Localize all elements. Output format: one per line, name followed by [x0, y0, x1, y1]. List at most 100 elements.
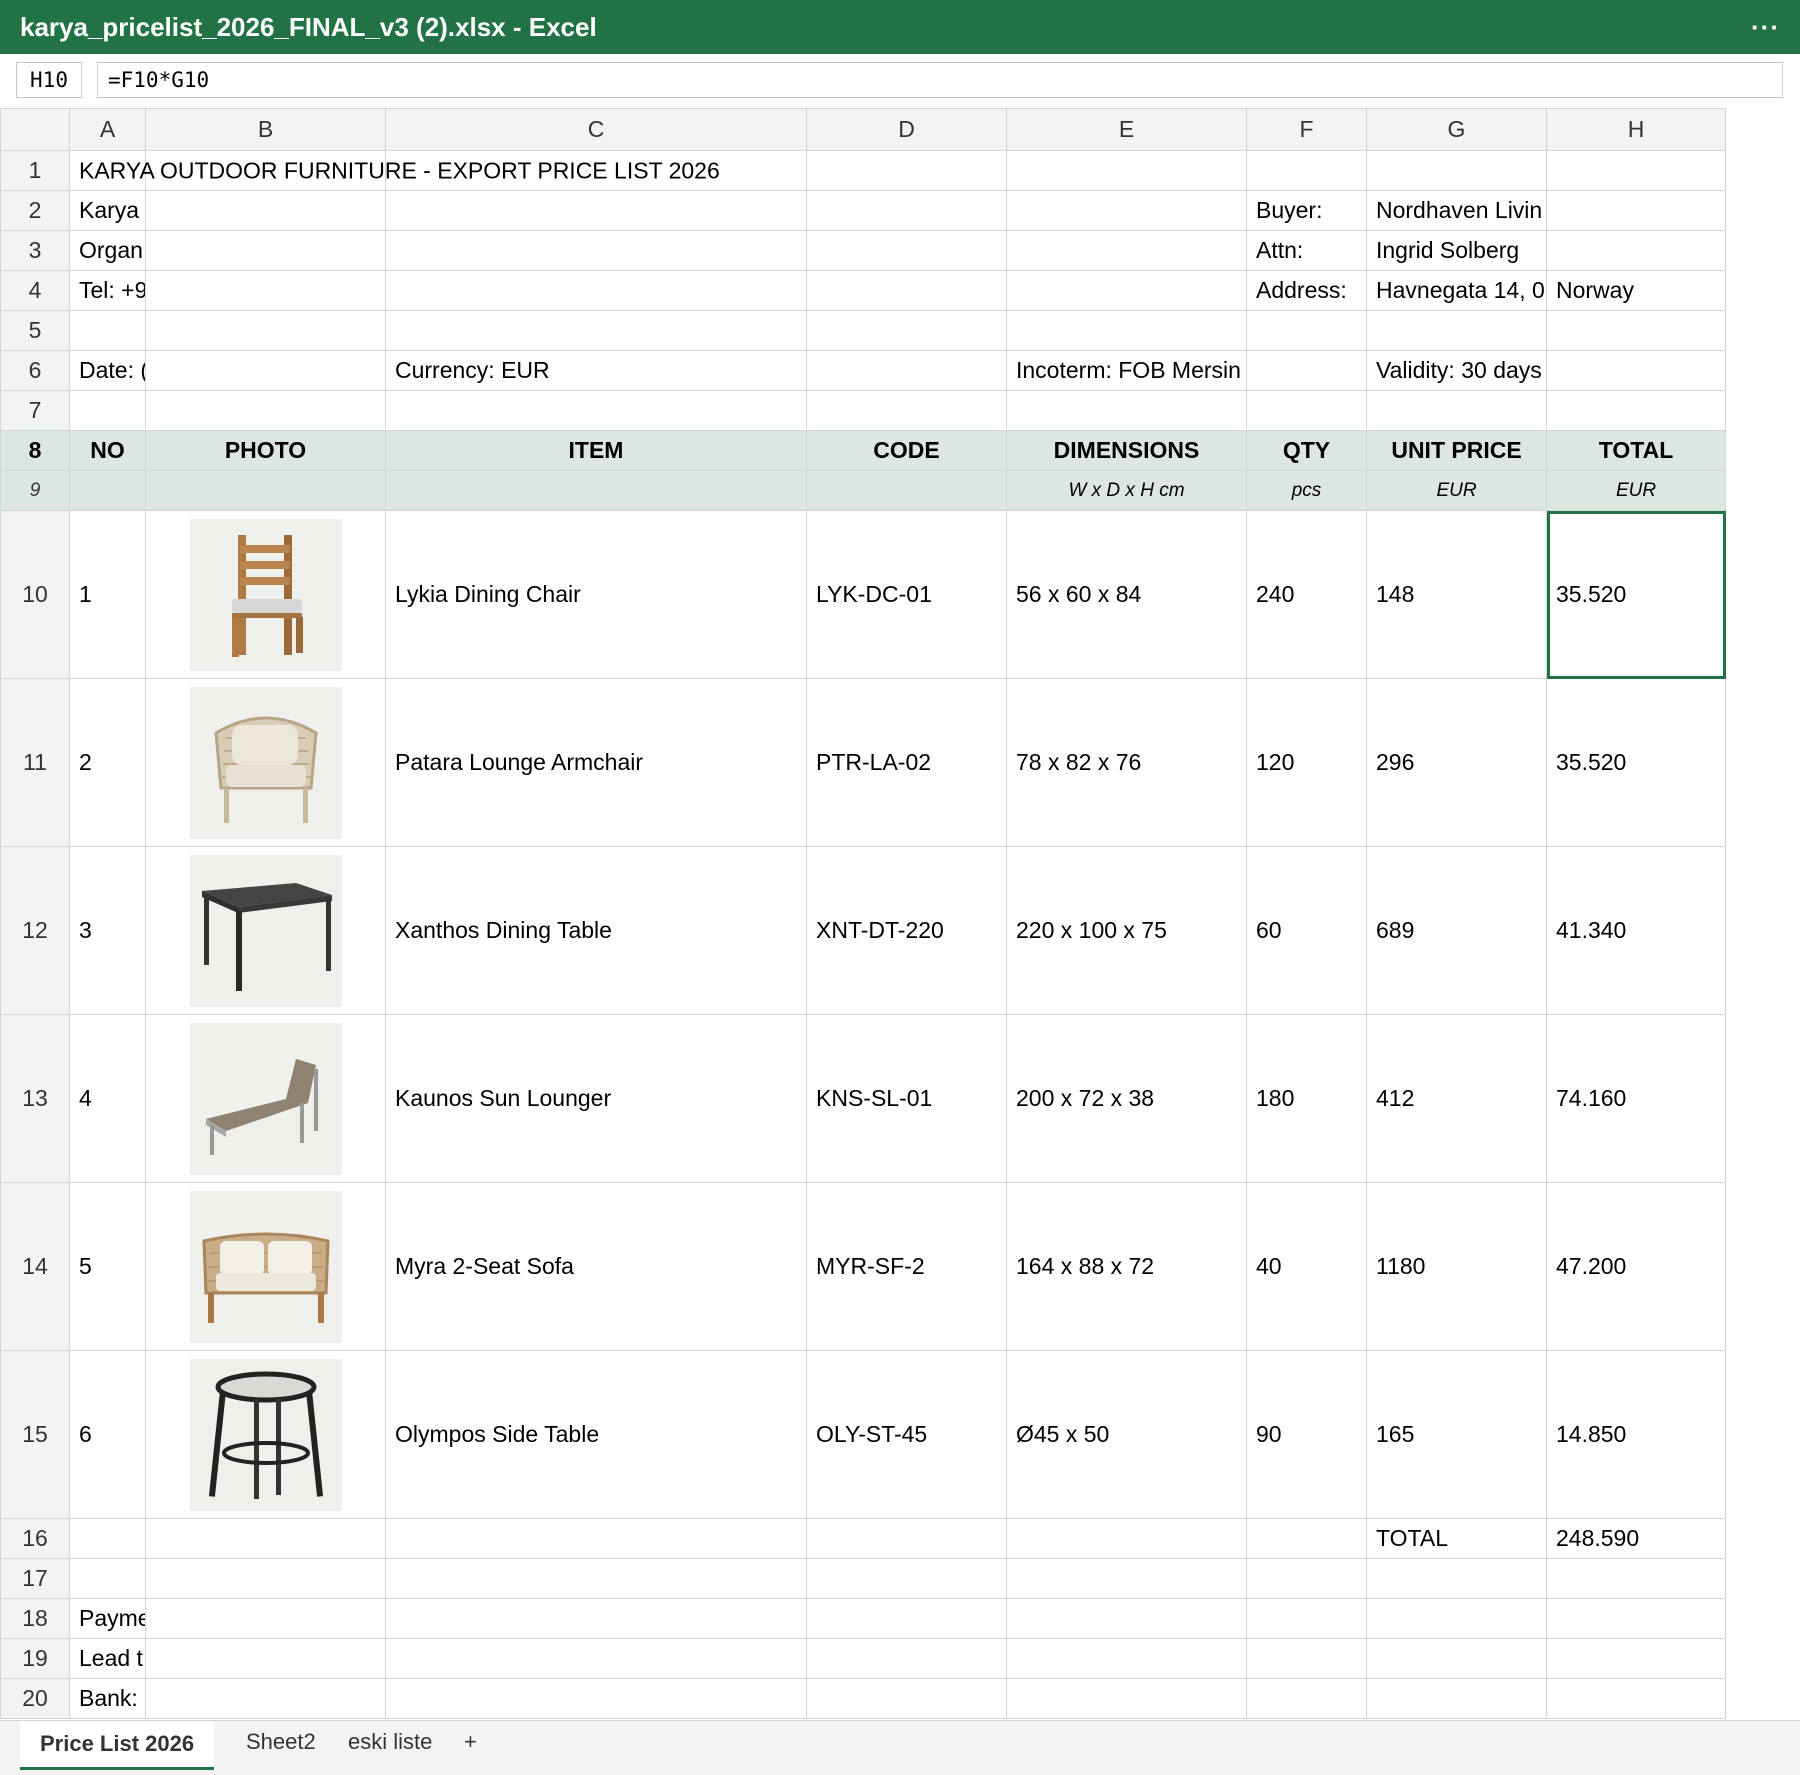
item-total[interactable]: 74.160 — [1546, 1014, 1726, 1183]
column-header-a[interactable]: A — [69, 108, 146, 151]
cell-c17[interactable] — [385, 1558, 807, 1599]
column-header-c[interactable]: C — [385, 108, 807, 151]
item-qty[interactable]: 120 — [1246, 678, 1367, 847]
item-qty[interactable]: 180 — [1246, 1014, 1367, 1183]
cell-e3[interactable] — [1006, 230, 1247, 271]
cell-h18[interactable] — [1546, 1598, 1726, 1639]
cell-c18[interactable] — [385, 1598, 807, 1639]
item-unit-price[interactable]: 148 — [1366, 510, 1547, 679]
item-no[interactable]: 6 — [69, 1350, 146, 1519]
cell-h19[interactable] — [1546, 1638, 1726, 1679]
unit-total[interactable]: EUR — [1546, 470, 1726, 511]
row-header[interactable]: 6 — [0, 350, 70, 391]
item-photo-cell[interactable] — [145, 846, 386, 1015]
cell-f2[interactable]: Buyer: — [1246, 190, 1367, 231]
cell-c6[interactable]: Currency: EUR — [385, 350, 807, 391]
more-options-icon[interactable]: ··· — [1751, 12, 1780, 43]
row-header[interactable]: 20 — [0, 1678, 70, 1719]
item-name[interactable]: Xanthos Dining Table — [385, 846, 807, 1015]
cell-d1[interactable] — [806, 150, 1007, 191]
column-header-h[interactable]: H — [1546, 108, 1726, 151]
cell-d17[interactable] — [806, 1558, 1007, 1599]
cell-h7[interactable] — [1546, 390, 1726, 431]
header-no[interactable]: NO — [69, 430, 146, 471]
item-unit-price[interactable]: 165 — [1366, 1350, 1547, 1519]
item-total[interactable]: 14.850 — [1546, 1350, 1726, 1519]
item-qty[interactable]: 240 — [1246, 510, 1367, 679]
item-total[interactable]: 41.340 — [1546, 846, 1726, 1015]
item-dimensions[interactable]: 78 x 82 x 76 — [1006, 678, 1247, 847]
cell-g5[interactable] — [1366, 310, 1547, 351]
add-sheet-button[interactable]: + — [464, 1729, 477, 1755]
sheet-tab-eski-liste[interactable]: eski liste — [348, 1729, 432, 1755]
column-header-e[interactable]: E — [1006, 108, 1247, 151]
cell-a6[interactable]: Date: ( — [69, 350, 146, 391]
item-no[interactable]: 1 — [69, 510, 146, 679]
cell-a3[interactable]: Organ — [69, 230, 146, 271]
cell-g2[interactable]: Nordhaven Livin — [1366, 190, 1547, 231]
cell-h4[interactable]: Norway — [1546, 270, 1726, 311]
cell-g19[interactable] — [1366, 1638, 1547, 1679]
unit-unit-price[interactable]: EUR — [1366, 470, 1547, 511]
item-photo-cell[interactable] — [145, 1182, 386, 1351]
cell-b3[interactable] — [145, 230, 386, 271]
cell-g4[interactable]: Havnegata 14, 0 — [1366, 270, 1547, 311]
item-dimensions[interactable]: 56 x 60 x 84 — [1006, 510, 1247, 679]
header-unit-price[interactable]: UNIT PRICE — [1366, 430, 1547, 471]
cell-a5[interactable] — [69, 310, 146, 351]
item-no[interactable]: 2 — [69, 678, 146, 847]
row-header[interactable]: 14 — [0, 1182, 70, 1351]
cell-e4[interactable] — [1006, 270, 1247, 311]
cell-c3[interactable] — [385, 230, 807, 271]
header-total[interactable]: TOTAL — [1546, 430, 1726, 471]
cell-f5[interactable] — [1246, 310, 1367, 351]
item-dimensions[interactable]: 220 x 100 x 75 — [1006, 846, 1247, 1015]
cell-e1[interactable] — [1006, 150, 1247, 191]
row-header[interactable]: 12 — [0, 846, 70, 1015]
cell-a18[interactable]: Payme — [69, 1598, 146, 1639]
row-header[interactable]: 16 — [0, 1518, 70, 1559]
item-name[interactable]: Myra 2-Seat Sofa — [385, 1182, 807, 1351]
header-photo[interactable]: PHOTO — [145, 430, 386, 471]
cell-a1[interactable]: KARYA OUTDOOR FURNITURE - EXPORT PRICE L… — [69, 150, 720, 191]
row-header[interactable]: 7 — [0, 390, 70, 431]
cell-b16[interactable] — [145, 1518, 386, 1559]
name-box[interactable]: H10 — [16, 62, 82, 98]
select-all-corner[interactable] — [0, 108, 70, 151]
cell-b2[interactable] — [145, 190, 386, 231]
cell-d4[interactable] — [806, 270, 1007, 311]
row-header[interactable]: 11 — [0, 678, 70, 847]
cell-c9[interactable] — [385, 470, 807, 511]
row-header[interactable]: 3 — [0, 230, 70, 271]
cell-f4[interactable]: Address: — [1246, 270, 1367, 311]
cell-g7[interactable] — [1366, 390, 1547, 431]
cell-d9[interactable] — [806, 470, 1007, 511]
cell-d16[interactable] — [806, 1518, 1007, 1559]
header-item[interactable]: ITEM — [385, 430, 807, 471]
cell-g3[interactable]: Ingrid Solberg — [1366, 230, 1547, 271]
cell-f3[interactable]: Attn: — [1246, 230, 1367, 271]
row-header[interactable]: 15 — [0, 1350, 70, 1519]
cell-h1[interactable] — [1546, 150, 1726, 191]
cell-h17[interactable] — [1546, 1558, 1726, 1599]
cell-b5[interactable] — [145, 310, 386, 351]
cell-h3[interactable] — [1546, 230, 1726, 271]
row-header[interactable]: 10 — [0, 510, 70, 679]
item-photo-cell[interactable] — [145, 1014, 386, 1183]
cell-d3[interactable] — [806, 230, 1007, 271]
cell-b6[interactable] — [145, 350, 386, 391]
formula-input[interactable]: =F10*G10 — [97, 62, 1783, 98]
item-total[interactable]: 47.200 — [1546, 1182, 1726, 1351]
header-qty[interactable]: QTY — [1246, 430, 1367, 471]
cell-f17[interactable] — [1246, 1558, 1367, 1599]
column-header-g[interactable]: G — [1366, 108, 1547, 151]
cell-b7[interactable] — [145, 390, 386, 431]
item-code[interactable]: OLY-ST-45 — [806, 1350, 1007, 1519]
cell-b20[interactable] — [145, 1678, 386, 1719]
cell-d7[interactable] — [806, 390, 1007, 431]
cell-c16[interactable] — [385, 1518, 807, 1559]
cell-f1[interactable] — [1246, 150, 1367, 191]
cell-d6[interactable] — [806, 350, 1007, 391]
cell-e20[interactable] — [1006, 1678, 1247, 1719]
cell-b19[interactable] — [145, 1638, 386, 1679]
